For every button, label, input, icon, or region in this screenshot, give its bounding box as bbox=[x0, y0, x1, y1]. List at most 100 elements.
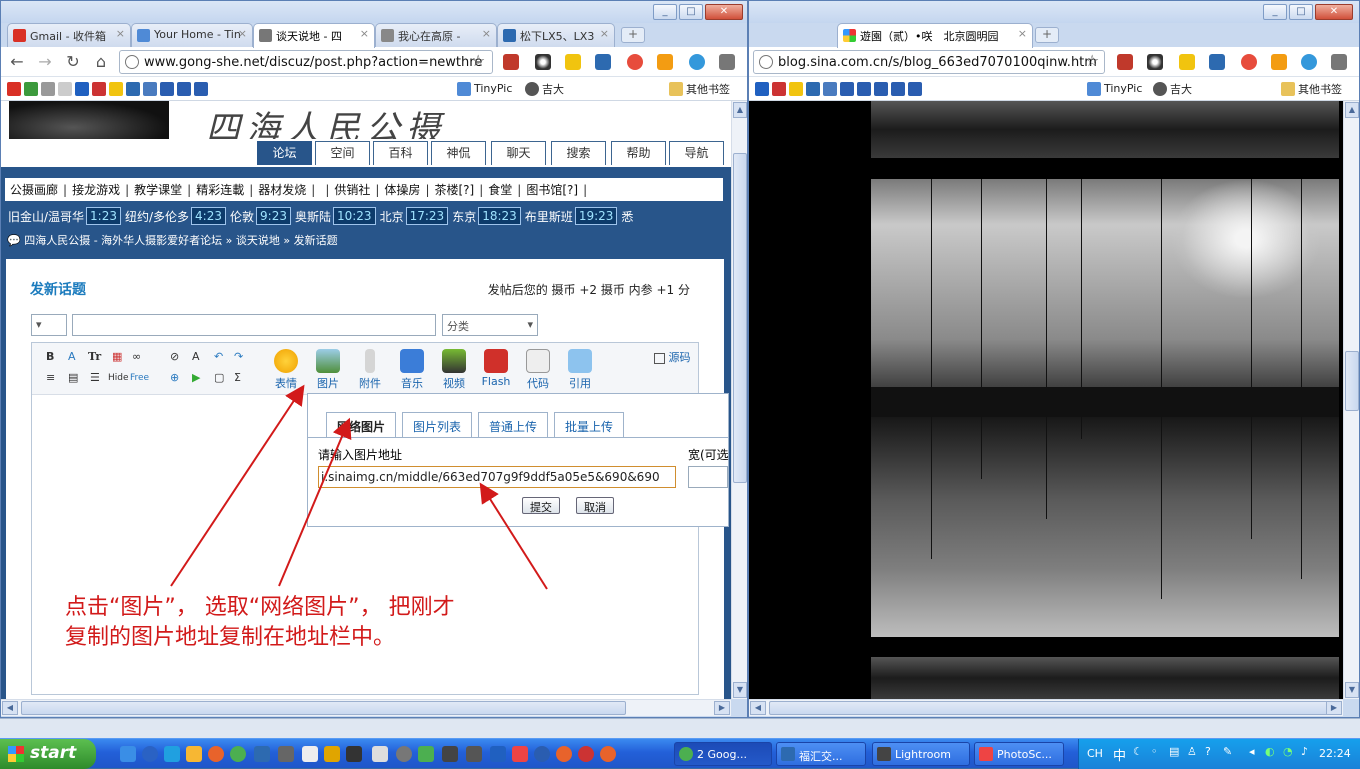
willow-branch bbox=[981, 179, 982, 479]
taskbar-item-lightroom[interactable]: Lightroom bbox=[872, 742, 970, 766]
wifi-icon[interactable]: ◔ bbox=[1283, 745, 1293, 758]
scroll-thumb[interactable] bbox=[21, 701, 626, 715]
bookmark-tinypic[interactable]: TinyPic bbox=[1087, 80, 1142, 97]
exif-extension-icon[interactable] bbox=[1209, 54, 1225, 70]
tree-line bbox=[871, 387, 1339, 417]
quicklaunch-icon[interactable] bbox=[418, 746, 434, 762]
status-strip bbox=[0, 718, 1360, 738]
wrench-icon[interactable] bbox=[1331, 54, 1347, 70]
adblock-extension-icon[interactable] bbox=[1241, 54, 1257, 70]
taskbar-item-photoscape[interactable]: PhotoSc... bbox=[974, 742, 1064, 766]
tab-sina-blog[interactable]: 遊園（贰）•咲 北京圆明园 × bbox=[837, 23, 1033, 48]
scroll-down-icon[interactable]: ▼ bbox=[1345, 682, 1359, 698]
close-tab-icon[interactable]: × bbox=[1018, 27, 1027, 40]
windows-logo-icon bbox=[8, 746, 24, 762]
address-bar[interactable]: blog.sina.com.cn/s/blog_663ed7070100qinw… bbox=[753, 50, 1105, 74]
taskbar: start 2 Goog... 福汇交... Lightroom PhotoSc… bbox=[0, 738, 1360, 769]
scroll-thumb[interactable] bbox=[733, 153, 747, 483]
quicklaunch-icon[interactable] bbox=[120, 746, 136, 762]
scroll-up-icon[interactable]: ▲ bbox=[1345, 102, 1359, 118]
scroll-up-icon[interactable]: ▲ bbox=[733, 102, 747, 118]
quicklaunch-icon[interactable] bbox=[142, 746, 158, 762]
right-browser-window: _ □ ✕ 遊園（贰）•咲 北京圆明园 × + blog.sina.com.cn/… bbox=[748, 0, 1360, 718]
quicklaunch-icon[interactable] bbox=[372, 746, 388, 762]
clock[interactable]: 22:24 bbox=[1319, 747, 1351, 760]
quicklaunch-icon[interactable] bbox=[534, 746, 550, 762]
right-toolbar: blog.sina.com.cn/s/blog_663ed7070100qinw… bbox=[749, 47, 1359, 77]
taskbar-item-fxcm[interactable]: 福汇交... bbox=[776, 742, 866, 766]
volume-icon[interactable]: ♪ bbox=[1301, 745, 1308, 758]
start-button[interactable]: start bbox=[0, 739, 96, 769]
blog-page bbox=[749, 101, 1343, 699]
arrow-to-url-input bbox=[479, 482, 548, 590]
network-icon[interactable]: ◐ bbox=[1265, 745, 1275, 758]
globe-icon bbox=[759, 55, 773, 69]
quicklaunch-icon[interactable] bbox=[324, 746, 340, 762]
blogger-extension-icon[interactable] bbox=[1271, 54, 1287, 70]
scroll-right-icon[interactable]: ▶ bbox=[714, 701, 730, 715]
lightroom-icon[interactable] bbox=[466, 746, 482, 762]
punctuation-icon[interactable]: ◦ bbox=[1151, 745, 1158, 758]
user-icon[interactable]: ♙ bbox=[1187, 745, 1197, 758]
notes-extension-icon[interactable] bbox=[1179, 54, 1195, 70]
quicklaunch-icon[interactable] bbox=[556, 746, 572, 762]
keyboard-icon[interactable]: ▤ bbox=[1169, 745, 1179, 758]
forum-icon bbox=[259, 29, 272, 42]
dictionary-extension-icon[interactable] bbox=[1117, 54, 1133, 70]
maximize-button[interactable]: □ bbox=[1289, 4, 1313, 20]
quicklaunch-icon[interactable] bbox=[600, 746, 616, 762]
scroll-right-icon[interactable]: ▶ bbox=[1326, 701, 1342, 715]
chrome-icon bbox=[679, 747, 693, 761]
close-tab-icon[interactable]: × bbox=[360, 27, 369, 40]
blog-photo-willows[interactable] bbox=[871, 179, 1339, 637]
skype-icon[interactable] bbox=[164, 746, 180, 762]
scroll-thumb[interactable] bbox=[769, 701, 1329, 715]
chrome-icon[interactable] bbox=[230, 746, 246, 762]
quicklaunch-icon[interactable] bbox=[346, 746, 362, 762]
taskbar-item-chrome[interactable]: 2 Goog... bbox=[674, 742, 772, 766]
quicklaunch-icon[interactable] bbox=[512, 746, 528, 762]
right-bookmarks-bar: TinyPic 吉大 其他书签 bbox=[749, 77, 1359, 101]
right-title-bar[interactable]: _ □ ✕ bbox=[749, 1, 1359, 23]
scroll-left-icon[interactable]: ◀ bbox=[750, 701, 766, 715]
lightroom-icon[interactable] bbox=[442, 746, 458, 762]
scroll-down-icon[interactable]: ▼ bbox=[733, 682, 747, 698]
color-picker-extension-icon[interactable] bbox=[1147, 54, 1163, 70]
sina-icon bbox=[843, 29, 856, 42]
help-icon[interactable]: ? bbox=[1205, 745, 1211, 758]
ime-icon[interactable]: 中 bbox=[1113, 745, 1126, 764]
bookmark-star-icon[interactable]: ☆ bbox=[1085, 51, 1099, 70]
next-photo-fragment bbox=[871, 657, 1339, 699]
quicklaunch-icon[interactable] bbox=[396, 746, 412, 762]
quicklaunch-icon[interactable] bbox=[278, 746, 294, 762]
system-tray: CH 中 ☾ ◦ ▤ ♙ ? ✎ ◂ ◐ ◔ ♪ 22:24 bbox=[1078, 739, 1360, 769]
willow-branch bbox=[1301, 179, 1302, 579]
quicklaunch-icon[interactable] bbox=[578, 746, 594, 762]
arrow-to-image-button bbox=[170, 384, 305, 587]
new-tab-button[interactable]: + bbox=[1035, 27, 1059, 43]
tab-forum-post[interactable]: 谈天说地 - 四 × bbox=[253, 23, 375, 48]
scroll-left-icon[interactable]: ◀ bbox=[2, 701, 18, 715]
wrench-icon[interactable]: ✎ bbox=[1223, 745, 1232, 758]
quicklaunch-icon[interactable] bbox=[186, 746, 202, 762]
photoscape-icon bbox=[979, 747, 993, 761]
minimize-button[interactable]: _ bbox=[1263, 4, 1287, 20]
quicklaunch-icon[interactable] bbox=[254, 746, 270, 762]
app-icon bbox=[781, 747, 795, 761]
moon-icon[interactable]: ☾ bbox=[1133, 745, 1143, 758]
quicklaunch-icon[interactable] bbox=[490, 746, 506, 762]
language-indicator[interactable]: CH bbox=[1087, 747, 1103, 760]
bookmark-jida[interactable]: 吉大 bbox=[1153, 80, 1192, 97]
scroll-thumb[interactable] bbox=[1345, 351, 1359, 411]
quicklaunch-icon[interactable] bbox=[302, 746, 318, 762]
right-vertical-scrollbar[interactable]: ▲ ▼ bbox=[1343, 101, 1359, 699]
chat-extension-icon[interactable] bbox=[1301, 54, 1317, 70]
bookmark-other-folder[interactable]: 其他书签 bbox=[1281, 80, 1342, 97]
bookmark-icons-group[interactable] bbox=[755, 80, 922, 97]
firefox-icon[interactable] bbox=[208, 746, 224, 762]
left-vertical-scrollbar[interactable]: ▲ ▼ bbox=[731, 101, 747, 699]
tray-arrow-icon[interactable]: ◂ bbox=[1249, 745, 1255, 758]
left-horizontal-scrollbar[interactable]: ◀ ▶ bbox=[1, 699, 731, 716]
close-button[interactable]: ✕ bbox=[1315, 4, 1353, 20]
right-horizontal-scrollbar[interactable]: ◀ ▶ bbox=[749, 699, 1343, 716]
